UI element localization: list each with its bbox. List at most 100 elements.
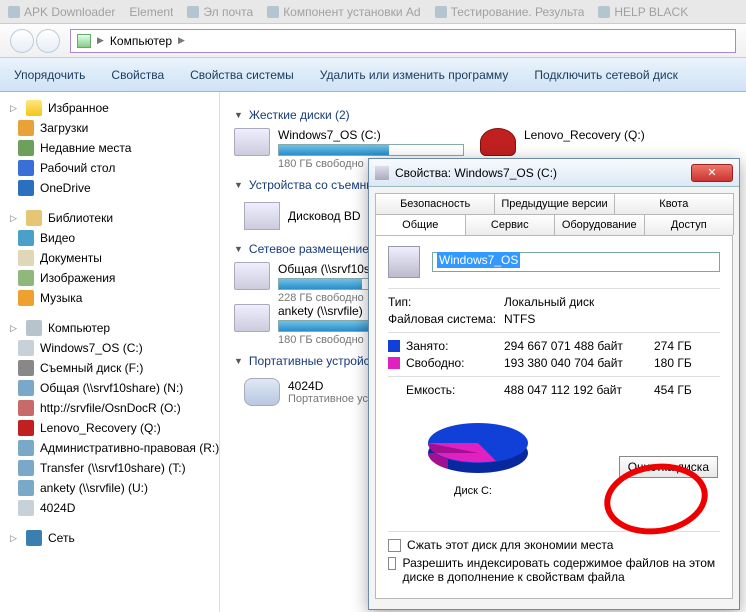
tab-quota[interactable]: Квота bbox=[614, 193, 734, 214]
recent-icon bbox=[18, 140, 34, 156]
drive-icon bbox=[18, 340, 34, 356]
sidebar-item-drive-c[interactable]: Windows7_OS (C:) bbox=[0, 338, 219, 358]
compress-checkbox-row[interactable]: Сжать этот диск для экономии места bbox=[388, 538, 720, 552]
onedrive-icon bbox=[18, 180, 34, 196]
capacity-bytes: 488 047 112 192 байт bbox=[504, 383, 654, 397]
sidebar-item-net-o[interactable]: http://srvfile/OsnDocR (O:) bbox=[0, 398, 219, 418]
close-button[interactable]: ✕ bbox=[691, 164, 733, 182]
chevron-down-icon: ▷ bbox=[10, 213, 20, 224]
navigation-pane: ▷Избранное Загрузки Недавние места Рабоч… bbox=[0, 92, 220, 612]
chevron-down-icon: ▷ bbox=[10, 533, 20, 544]
chevron-down-icon: ▷ bbox=[10, 323, 20, 334]
browser-tab[interactable]: Эл почта bbox=[187, 5, 253, 19]
used-bytes: 294 667 071 488 байт bbox=[504, 339, 654, 353]
breadcrumb[interactable]: Компьютер bbox=[110, 34, 172, 48]
tab-security[interactable]: Безопасность bbox=[375, 193, 495, 214]
sidebar-network[interactable]: ▷Сеть bbox=[0, 528, 219, 548]
checkbox-icon[interactable] bbox=[388, 557, 396, 570]
disk-cleanup-button[interactable]: Очистка диска bbox=[619, 456, 718, 478]
free-label: Свободно: bbox=[406, 356, 504, 370]
section-hard-drives[interactable]: ▼Жесткие диски (2) bbox=[234, 108, 732, 122]
sidebar-item-onedrive[interactable]: OneDrive bbox=[0, 178, 219, 198]
chevron-down-icon: ▼ bbox=[234, 180, 243, 190]
sidebar-item-net-u[interactable]: ankety (\\srvfile) (U:) bbox=[0, 478, 219, 498]
network-drive-icon bbox=[18, 400, 34, 416]
network-drive-icon bbox=[18, 380, 34, 396]
sidebar-favorites[interactable]: ▷Избранное bbox=[0, 98, 219, 118]
tab-icon bbox=[598, 6, 610, 18]
fs-value: NTFS bbox=[504, 312, 535, 326]
browser-tabs-bar: APK Downloader Element Эл почта Компонен… bbox=[0, 0, 746, 24]
sidebar-item-net-r[interactable]: Административно-правовая (R:) bbox=[0, 438, 219, 458]
chevron-down-icon: ▼ bbox=[234, 356, 243, 366]
cmd-uninstall[interactable]: Удалить или изменить программу bbox=[320, 68, 509, 82]
browser-tab[interactable]: APK Downloader bbox=[8, 5, 115, 19]
dialog-tabs: Безопасность Предыдущие версии Квота Общ… bbox=[369, 187, 739, 235]
cmd-system-properties[interactable]: Свойства системы bbox=[190, 68, 294, 82]
type-value: Локальный диск bbox=[504, 295, 594, 309]
drive-name: Windows7_OS (C:) bbox=[278, 128, 464, 142]
usage-pie-chart bbox=[418, 407, 538, 481]
computer-icon bbox=[26, 320, 42, 336]
sidebar-libraries[interactable]: ▷Библиотеки bbox=[0, 208, 219, 228]
tab-previous-versions[interactable]: Предыдущие версии bbox=[494, 193, 614, 214]
cmd-organize[interactable]: Упорядочить bbox=[14, 68, 85, 82]
downloads-icon bbox=[18, 120, 34, 136]
dialog-title-bar[interactable]: Свойства: Windows7_OS (C:) ✕ bbox=[369, 159, 739, 187]
drive-usage-bar bbox=[278, 144, 464, 156]
chevron-down-icon: ▼ bbox=[234, 110, 243, 120]
sidebar-item-recent[interactable]: Недавние места bbox=[0, 138, 219, 158]
sidebar-item-lenovo-q[interactable]: Lenovo_Recovery (Q:) bbox=[0, 418, 219, 438]
dialog-title: Свойства: Windows7_OS (C:) bbox=[395, 166, 685, 180]
libraries-icon bbox=[26, 210, 42, 226]
sidebar-item-desktop[interactable]: Рабочий стол bbox=[0, 158, 219, 178]
cmd-properties[interactable]: Свойства bbox=[111, 68, 164, 82]
tab-icon bbox=[267, 6, 279, 18]
chevron-down-icon: ▷ bbox=[10, 103, 20, 114]
used-label: Занято: bbox=[406, 339, 504, 353]
sidebar-item-downloads[interactable]: Загрузки bbox=[0, 118, 219, 138]
sidebar-item-video[interactable]: Видео bbox=[0, 228, 219, 248]
address-box[interactable]: ▶ Компьютер ▶ bbox=[70, 29, 736, 53]
sidebar-item-4024d[interactable]: 4024D bbox=[0, 498, 219, 518]
tab-tools[interactable]: Сервис bbox=[465, 214, 556, 235]
sidebar-computer[interactable]: ▷Компьютер bbox=[0, 318, 219, 338]
sidebar-item-net-t[interactable]: Transfer (\\srvf10share) (T:) bbox=[0, 458, 219, 478]
sidebar-item-net-n[interactable]: Общая (\\srvf10share) (N:) bbox=[0, 378, 219, 398]
forward-button[interactable] bbox=[36, 29, 60, 53]
used-swatch bbox=[388, 340, 400, 352]
sidebar-item-images[interactable]: Изображения bbox=[0, 268, 219, 288]
sidebar-item-documents[interactable]: Документы bbox=[0, 248, 219, 268]
properties-dialog: Свойства: Windows7_OS (C:) ✕ Безопасност… bbox=[368, 158, 740, 610]
network-drive-icon bbox=[18, 460, 34, 476]
tab-icon bbox=[435, 6, 447, 18]
sidebar-item-removable-f[interactable]: Съемный диск (F:) bbox=[0, 358, 219, 378]
cmd-map-drive[interactable]: Подключить сетевой диск bbox=[534, 68, 677, 82]
browser-tab[interactable]: HELP BLACK bbox=[598, 5, 688, 19]
favorites-icon bbox=[26, 100, 42, 116]
portable-device-icon bbox=[244, 378, 280, 406]
sidebar-item-music[interactable]: Музыка bbox=[0, 288, 219, 308]
drive-icon bbox=[234, 128, 270, 156]
back-button[interactable] bbox=[10, 29, 34, 53]
volume-name-input[interactable]: Windows7_OS bbox=[432, 252, 720, 272]
drive-name: Lenovo_Recovery (Q:) bbox=[524, 128, 710, 142]
tab-hardware[interactable]: Оборудование bbox=[554, 214, 645, 235]
network-drive-icon bbox=[234, 262, 270, 290]
drive-icon bbox=[18, 420, 34, 436]
browser-tab[interactable]: Компонент установки Ad bbox=[267, 5, 420, 19]
tab-sharing[interactable]: Доступ bbox=[644, 214, 735, 235]
optical-drive-icon bbox=[244, 202, 280, 230]
computer-icon bbox=[77, 34, 91, 48]
checkbox-icon[interactable] bbox=[388, 539, 401, 552]
network-drive-icon bbox=[18, 480, 34, 496]
browser-tab[interactable]: Тестирование. Результа bbox=[435, 5, 585, 19]
tab-general[interactable]: Общие bbox=[375, 214, 466, 235]
free-bytes: 193 380 040 704 байт bbox=[504, 356, 654, 370]
network-drive-icon bbox=[18, 440, 34, 456]
documents-icon bbox=[18, 250, 34, 266]
capacity-label: Емкость: bbox=[406, 383, 504, 397]
index-checkbox-row[interactable]: Разрешить индексировать содержимое файло… bbox=[388, 556, 720, 584]
browser-tab[interactable]: Element bbox=[129, 5, 173, 19]
drive-icon bbox=[375, 166, 389, 180]
